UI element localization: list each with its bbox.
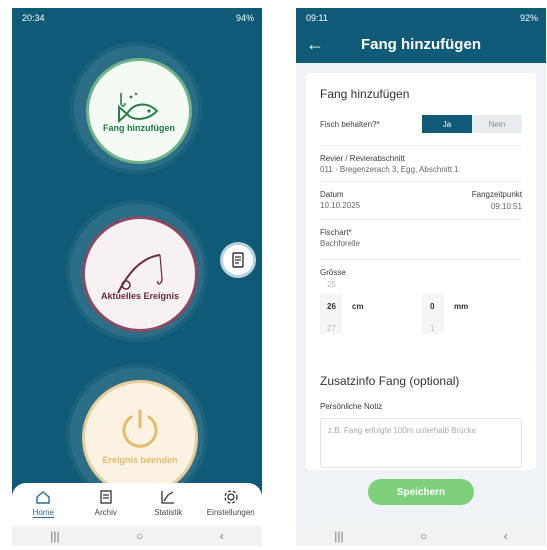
- cm-prev[interactable]: 25: [327, 280, 336, 289]
- species-value: Bachforelle: [320, 239, 361, 248]
- time-value: 09:10:51: [490, 202, 522, 211]
- current-event-label: Aktuelles Ereignis: [100, 291, 180, 301]
- status-time: 09:11: [306, 13, 328, 23]
- page-title: Fang hinzufügen: [361, 36, 481, 53]
- status-battery: 92%: [519, 13, 538, 23]
- system-navigation: ||| ○ ‹: [296, 526, 546, 546]
- species-label: Fischart*: [320, 228, 352, 237]
- system-home-button[interactable]: ○: [420, 529, 427, 543]
- status-battery: 94%: [235, 13, 254, 23]
- system-back-button[interactable]: ‹: [504, 529, 508, 543]
- species-row[interactable]: Fischart* Bachforelle: [320, 219, 522, 248]
- nav-home-label: Home: [32, 508, 54, 518]
- additional-info-card: Zusatzinfo Fang (optional) Persönliche N…: [306, 360, 536, 470]
- recent-apps-button[interactable]: |||: [50, 529, 59, 543]
- revier-label: Revier / Revierabschnitt: [320, 154, 405, 163]
- system-back-button[interactable]: ‹: [220, 529, 224, 543]
- add-catch-label: Fang hinzufügen: [103, 123, 175, 133]
- chart-icon: [161, 491, 175, 504]
- card-title: Zusatzinfo Fang (optional): [320, 374, 460, 388]
- catch-form-card: Fang hinzufügen Fisch behalten?* Ja Nein…: [306, 73, 536, 363]
- app-header: 09:11 92% ← Fang hinzufügen: [296, 8, 546, 63]
- system-home-button[interactable]: ○: [136, 529, 143, 543]
- date-row[interactable]: Datum 10.10.2025 Fangzeitpunkt 09:10:51: [320, 181, 522, 211]
- nav-archive-label: Archiv: [94, 508, 117, 517]
- save-button[interactable]: Speichern: [368, 479, 474, 505]
- system-navigation: ||| ○ ‹: [12, 526, 262, 546]
- status-bar: 20:34 94%: [12, 8, 262, 28]
- size-label: Grösse: [320, 268, 346, 277]
- keep-fish-row: Fisch behalten?* Ja Nein: [320, 115, 522, 139]
- nav-settings[interactable]: Einstellungen: [201, 489, 261, 517]
- home-screen: 20:34 94% Fang hinzufügen Aktuelles Erei…: [12, 8, 262, 546]
- note-label: Persönliche Notiz: [320, 402, 383, 411]
- cm-unit: cm: [352, 302, 364, 311]
- end-event-button[interactable]: Ereignis beenden: [82, 380, 198, 496]
- mm-next[interactable]: 1: [430, 324, 434, 333]
- cm-selected[interactable]: 26: [327, 302, 336, 311]
- nav-settings-label: Einstellungen: [206, 508, 255, 517]
- note-input[interactable]: z.B. Fang erfolgte 100m unterhalb Brücke: [320, 418, 522, 468]
- size-row: Grösse 25 26 27 cm 0 1 mm: [320, 259, 522, 358]
- status-bar: 09:11 92%: [296, 8, 546, 28]
- clipboard-icon: [100, 490, 112, 504]
- status-time: 20:34: [22, 13, 45, 23]
- card-title: Fang hinzufügen: [320, 87, 410, 101]
- nav-archive[interactable]: Archiv: [76, 489, 136, 517]
- nav-statistics-label: Statistik: [154, 508, 183, 517]
- bottom-navigation: Home Archiv Statistik Einstellungen: [12, 483, 262, 527]
- recent-apps-button[interactable]: |||: [334, 529, 343, 543]
- keep-no-button[interactable]: Nein: [472, 115, 522, 133]
- add-catch-screen: 09:11 92% ← Fang hinzufügen Fang hinzufü…: [296, 8, 546, 546]
- time-label: Fangzeitpunkt: [471, 190, 522, 199]
- current-event-button[interactable]: Aktuelles Ereignis: [82, 216, 198, 332]
- add-catch-button[interactable]: Fang hinzufügen: [86, 58, 192, 164]
- mm-unit: mm: [454, 302, 469, 311]
- gear-icon: [224, 490, 238, 504]
- home-icon: [36, 491, 50, 504]
- revier-row[interactable]: Revier / Revierabschnitt 011 · Bregenzer…: [320, 145, 522, 174]
- nav-home[interactable]: Home: [13, 489, 73, 518]
- keep-fish-toggle: Ja Nein: [422, 115, 522, 133]
- cm-next[interactable]: 27: [327, 324, 336, 333]
- end-event-label: Ereignis beenden: [102, 455, 178, 465]
- nav-statistics[interactable]: Statistik: [138, 489, 198, 517]
- revier-value: 011 · Bregenzerach 3, Egg, Abschnitt 1: [320, 165, 459, 174]
- document-scan-icon: [232, 252, 244, 268]
- keep-yes-button[interactable]: Ja: [422, 115, 472, 133]
- scan-document-button[interactable]: [220, 242, 256, 278]
- mm-selected[interactable]: 0: [430, 302, 434, 311]
- power-icon: [122, 409, 158, 448]
